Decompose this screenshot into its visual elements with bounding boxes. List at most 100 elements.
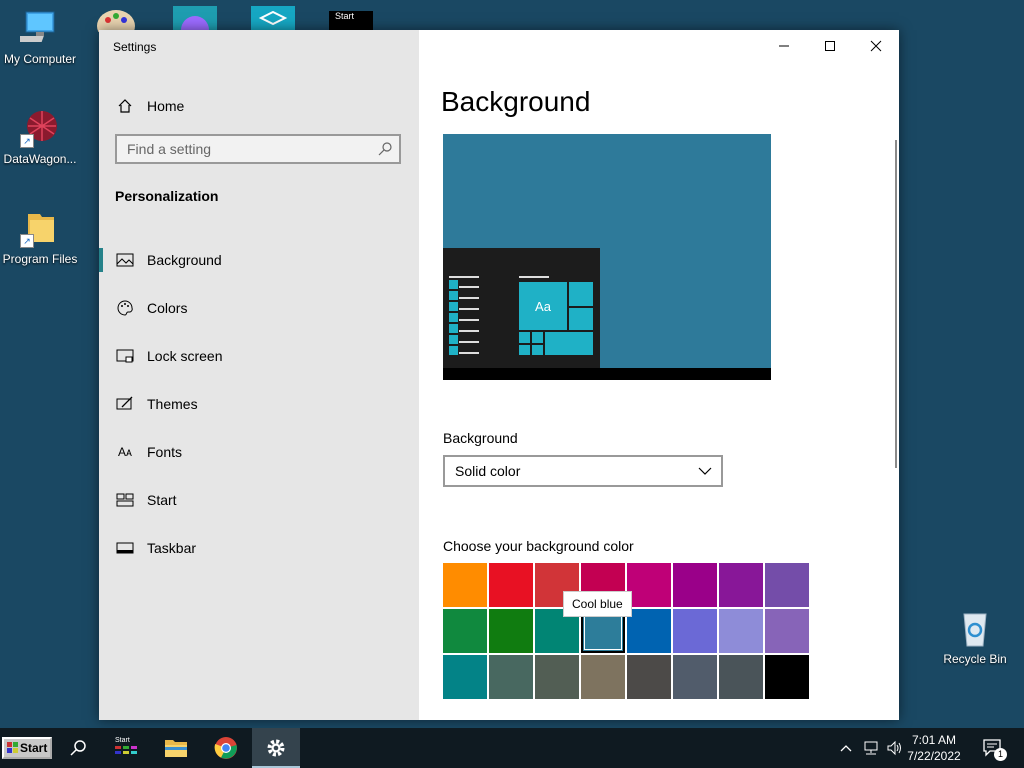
section-title: Personalization — [115, 188, 219, 204]
nav-item-themes[interactable]: Themes — [99, 380, 419, 428]
background-type-dropdown[interactable]: Solid color — [443, 455, 723, 487]
color-swatch[interactable] — [627, 655, 671, 699]
start-shortcut-label: Start — [335, 11, 355, 21]
nav-item-fonts[interactable]: Aᴀ Fonts — [99, 428, 419, 476]
color-swatch[interactable] — [765, 655, 809, 699]
search-box[interactable] — [115, 134, 401, 164]
color-swatch[interactable] — [581, 655, 625, 699]
tray-network-button[interactable] — [860, 728, 882, 768]
taskbar-settings[interactable] — [252, 728, 300, 768]
desktop-icon-label: Program Files — [2, 252, 78, 266]
desktop-icon-datawagon[interactable]: ↗ DataWagon... — [0, 108, 80, 166]
nav-item-start[interactable]: Start — [99, 476, 419, 524]
taskbar: Start Start 7:01 AM 7/22/2022 1 — [0, 728, 1024, 768]
clock-date: 7/22/2022 — [907, 749, 961, 763]
preview-tile-text: Aa — [519, 282, 567, 330]
search-icon[interactable] — [377, 141, 393, 157]
taskbar-start-app[interactable]: Start — [104, 728, 152, 768]
action-center-button[interactable]: 1 — [976, 728, 1010, 768]
color-swatch[interactable] — [489, 563, 533, 607]
color-swatch[interactable] — [765, 563, 809, 607]
window-title: Settings — [113, 40, 157, 54]
color-swatch[interactable] — [719, 609, 763, 653]
home-link[interactable]: Home — [115, 94, 184, 118]
home-label: Home — [147, 98, 185, 114]
taskbar-search-button[interactable] — [54, 728, 102, 768]
nav-item-label: Taskbar — [147, 540, 197, 556]
preview-start-menu: Aa — [443, 248, 600, 368]
color-label: Choose your background color — [443, 538, 634, 554]
nav-item-lock-screen[interactable]: Lock screen — [99, 332, 419, 380]
color-swatch[interactable] — [765, 609, 809, 653]
desktop-icon-my-computer[interactable]: My Computer — [0, 8, 80, 66]
taskbar-clock[interactable]: 7:01 AM 7/22/2022 — [902, 732, 966, 764]
taskbar-file-explorer[interactable] — [152, 728, 200, 768]
color-swatch[interactable] — [443, 563, 487, 607]
color-swatch[interactable] — [489, 655, 533, 699]
color-swatch[interactable] — [535, 655, 579, 699]
desktop-preview: Aa — [443, 134, 771, 380]
computer-icon — [15, 8, 60, 48]
dropdown-value: Solid color — [455, 463, 521, 479]
paint-app-icon[interactable] — [96, 6, 138, 42]
start-shortcut-icon[interactable]: Start — [329, 11, 373, 32]
fonts-icon: Aᴀ — [118, 445, 132, 459]
home-icon — [115, 96, 135, 116]
windows-flag-icon — [7, 742, 18, 753]
background-label: Background — [443, 430, 518, 446]
themes-icon — [115, 394, 135, 414]
desktop-icon-label: My Computer — [3, 52, 77, 66]
color-swatch[interactable] — [489, 609, 533, 653]
color-swatch[interactable] — [673, 563, 717, 607]
start-button-label: Start — [20, 741, 48, 755]
search-input[interactable] — [117, 136, 367, 162]
folder-icon: ↗ — [20, 208, 60, 248]
taskbar-icon — [115, 538, 135, 558]
color-swatch[interactable] — [719, 655, 763, 699]
recycle-bin-icon — [955, 608, 995, 648]
color-swatch-grid — [443, 563, 813, 699]
scrollbar[interactable] — [895, 140, 897, 468]
nav-item-colors[interactable]: Colors — [99, 284, 419, 332]
color-swatch[interactable] — [443, 609, 487, 653]
search-icon — [70, 740, 86, 756]
taskbar-chrome[interactable] — [202, 728, 250, 768]
color-swatch[interactable] — [443, 655, 487, 699]
desktop-icon-recycle-bin[interactable]: Recycle Bin — [935, 608, 1015, 666]
nav-item-label: Themes — [147, 396, 198, 412]
palette-icon — [115, 298, 135, 318]
desktop-icon-label: Recycle Bin — [943, 652, 1007, 666]
datawagon-icon: ↗ — [20, 108, 60, 148]
notification-badge: 1 — [994, 748, 1007, 761]
preview-taskbar — [443, 368, 771, 380]
start-button[interactable]: Start — [2, 737, 52, 759]
settings-content: Background Aa Background Solid color Cho… — [419, 30, 899, 720]
color-swatch[interactable] — [719, 563, 763, 607]
nav-item-background[interactable]: Background — [99, 236, 419, 284]
tray-show-hidden-button[interactable] — [836, 728, 856, 768]
nav-item-taskbar[interactable]: Taskbar — [99, 524, 419, 572]
nav-item-label: Background — [147, 252, 222, 268]
settings-nav: Background Colors Lock screen Themes Aᴀ … — [99, 236, 419, 572]
color-swatch[interactable] — [627, 563, 671, 607]
chevron-down-icon — [698, 467, 712, 475]
color-swatch[interactable] — [673, 609, 717, 653]
gear-icon — [267, 739, 285, 757]
picture-icon — [115, 250, 135, 270]
settings-window: Settings Home Personalization Background — [99, 30, 899, 720]
start-app-label: Start — [115, 737, 130, 744]
folder-icon — [165, 740, 187, 757]
desktop-icon-program-files[interactable]: ↗ Program Files — [0, 208, 80, 266]
clock-time: 7:01 AM — [911, 733, 957, 747]
orb-app-icon[interactable] — [173, 6, 217, 44]
start-icon — [115, 490, 135, 510]
color-swatch[interactable] — [627, 609, 671, 653]
color-swatch[interactable] — [673, 655, 717, 699]
color-tooltip: Cool blue — [563, 591, 632, 617]
settings-sidebar: Settings Home Personalization Background — [99, 30, 419, 720]
cube-app-icon[interactable] — [251, 6, 295, 32]
page-title: Background — [441, 86, 591, 117]
shortcut-arrow-icon: ↗ — [20, 234, 34, 248]
nav-item-label: Colors — [147, 300, 188, 316]
desktop-icon-label: DataWagon... — [3, 152, 77, 166]
